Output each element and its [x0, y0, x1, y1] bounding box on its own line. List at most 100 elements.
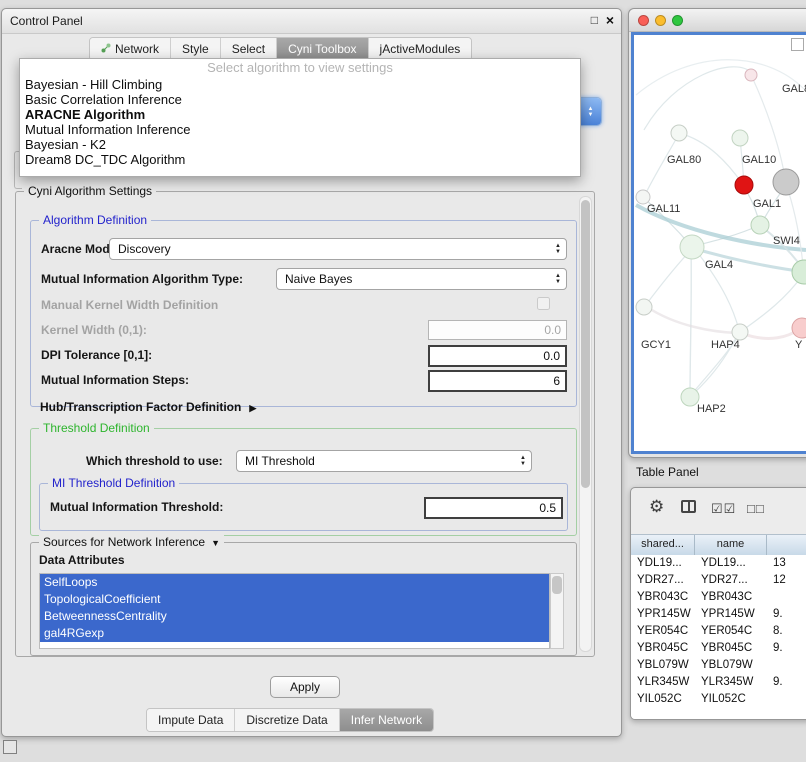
- table-cell: YPR145W: [695, 606, 767, 623]
- network-node[interactable]: [773, 169, 799, 195]
- attribute-item[interactable]: BetweennessCentrality: [40, 608, 549, 625]
- column-selector-icon[interactable]: [681, 500, 696, 513]
- table-panel-window: ⚙ ☑☑ □□ shared...name YDL19...YDL19...13…: [630, 487, 806, 720]
- network-node[interactable]: [680, 235, 704, 259]
- which-threshold-combobox[interactable]: MI Threshold ▲▼: [236, 450, 532, 472]
- popup-items: Bayesian - Hill ClimbingBasic Correlatio…: [20, 77, 580, 167]
- algorithm-option[interactable]: Bayesian - K2: [20, 137, 580, 152]
- table-row[interactable]: YDR27...YDR27...12: [631, 572, 806, 589]
- mi-type-combobox[interactable]: Naive Bayes ▲▼: [276, 268, 567, 290]
- apply-button[interactable]: Apply: [270, 676, 340, 698]
- algorithm-option[interactable]: Mutual Information Inference: [20, 122, 580, 137]
- tab-network[interactable]: Network: [90, 38, 170, 60]
- algorithm-option[interactable]: Dream8 DC_TDC Algorithm: [20, 152, 580, 167]
- tab-jactivemodules[interactable]: jActiveModules: [368, 38, 472, 60]
- mi-steps-label: Mutual Information Steps:: [41, 373, 189, 387]
- minimize-traffic-light[interactable]: [655, 15, 666, 26]
- mi-threshold-input[interactable]: [424, 497, 563, 519]
- table-cell: YBR045C: [631, 640, 695, 657]
- column-header-shared[interactable]: shared...: [631, 535, 695, 555]
- network-window-titlebar[interactable]: [629, 9, 806, 32]
- gear-icon[interactable]: ⚙: [649, 497, 664, 517]
- tab-select[interactable]: Select: [220, 38, 276, 60]
- tab-style[interactable]: Style: [170, 38, 220, 60]
- tab-label: Discretize Data: [246, 713, 327, 727]
- tab-cyni-toolbox[interactable]: Cyni Toolbox: [276, 38, 367, 60]
- hub-definition-toggle[interactable]: Hub/Transcription Factor Definition ▶: [40, 400, 256, 414]
- expand-right-icon: ▶: [249, 403, 256, 413]
- network-node[interactable]: [671, 125, 687, 141]
- network-node[interactable]: [792, 260, 806, 284]
- dpi-tolerance-input[interactable]: [428, 345, 567, 367]
- column-header-col2[interactable]: [767, 535, 806, 555]
- aracne-mode-combobox[interactable]: Discovery ▲▼: [109, 238, 567, 260]
- network-edge[interactable]: [690, 249, 691, 395]
- tab-impute-data[interactable]: Impute Data: [147, 709, 234, 731]
- mi-threshold-label: Mutual Information Threshold:: [50, 500, 223, 514]
- attribute-list-scrollbar[interactable]: [550, 573, 564, 649]
- mi-threshold-title: MI Threshold Definition: [48, 476, 179, 490]
- table-row[interactable]: YLR345WYLR345W9.: [631, 674, 806, 691]
- float-window-icon[interactable]: □: [591, 13, 598, 27]
- table-row[interactable]: YPR145WYPR145W9.: [631, 606, 806, 623]
- close-window-icon[interactable]: ×: [606, 12, 614, 28]
- control-panel-window: Control Panel □ × NetworkStyleSelectCyni…: [1, 8, 622, 737]
- scrollbar-thumb[interactable]: [581, 200, 590, 488]
- network-node[interactable]: [732, 130, 748, 146]
- table-cell: YDR27...: [695, 572, 767, 589]
- hub-definition-label: Hub/Transcription Factor Definition: [40, 400, 241, 414]
- tab-label: Impute Data: [158, 713, 223, 727]
- table-row[interactable]: YBL079WYBL079W: [631, 657, 806, 674]
- table-body: YDL19...YDL19...13YDR27...YDR27...12YBR0…: [631, 555, 806, 719]
- scrollbar-thumb[interactable]: [552, 576, 562, 594]
- table-row[interactable]: YIL052CYIL052C: [631, 691, 806, 708]
- table-cell: YDR27...: [631, 572, 695, 589]
- network-node[interactable]: [636, 299, 652, 315]
- table-row[interactable]: YDL19...YDL19...13: [631, 555, 806, 572]
- sources-title[interactable]: Sources for Network Inference▼: [39, 535, 224, 549]
- network-node[interactable]: [735, 176, 753, 194]
- attribute-list: SelfLoopsTopologicalCoefficientBetweenne…: [39, 573, 550, 649]
- network-node[interactable]: [732, 324, 748, 340]
- network-edge[interactable]: [644, 67, 752, 130]
- network-edge[interactable]: [645, 251, 690, 306]
- network-node[interactable]: [792, 318, 806, 338]
- collapse-down-icon: ▼: [211, 538, 220, 548]
- select-all-icon[interactable]: ☑☑: [711, 499, 736, 519]
- settings-scrollbar[interactable]: [579, 196, 592, 652]
- table-row[interactable]: YBR043CYBR043C: [631, 589, 806, 606]
- mi-type-label: Mutual Information Algorithm Type:: [41, 272, 243, 286]
- network-edge[interactable]: [636, 60, 804, 95]
- network-node[interactable]: [751, 216, 769, 234]
- deselect-all-icon[interactable]: □□: [747, 499, 765, 519]
- attribute-item[interactable]: TopologicalCoefficient: [40, 591, 549, 608]
- network-canvas[interactable]: GAL8GAL80GAL10GAL11GAL1SWI4GAL4GCY1HAP4Y…: [631, 32, 806, 454]
- table-row[interactable]: YBR045CYBR045C9.: [631, 640, 806, 657]
- tab-infer-network[interactable]: Infer Network: [339, 709, 433, 731]
- algorithm-option[interactable]: ARACNE Algorithm: [20, 107, 580, 122]
- algorithm-option[interactable]: Bayesian - Hill Climbing: [20, 77, 580, 92]
- attribute-item[interactable]: SelfLoops: [40, 574, 549, 591]
- tab-label: Infer Network: [351, 713, 422, 727]
- desktop-icon[interactable]: [3, 740, 17, 754]
- table-row[interactable]: YER054CYER054C8.: [631, 623, 806, 640]
- control-panel-titlebar[interactable]: Control Panel □ ×: [2, 9, 621, 34]
- zoom-traffic-light[interactable]: [672, 15, 683, 26]
- network-node[interactable]: [636, 190, 650, 204]
- network-node-label: GAL11: [647, 203, 680, 215]
- mi-steps-input[interactable]: [428, 370, 567, 392]
- threshold-definition-group: Threshold Definition Which threshold to …: [30, 428, 577, 536]
- network-node[interactable]: [745, 69, 757, 81]
- network-edge[interactable]: [741, 329, 799, 338]
- attribute-item[interactable]: gal4RGexp: [40, 625, 549, 642]
- network-edge[interactable]: [786, 184, 803, 265]
- traffic-lights: [638, 15, 683, 26]
- canvas-tool-box[interactable]: [791, 38, 804, 51]
- tab-discretize-data[interactable]: Discretize Data: [234, 709, 338, 731]
- network-edge[interactable]: [647, 307, 737, 333]
- network-view-window: GAL8GAL80GAL10GAL11GAL1SWI4GAL4GCY1HAP4Y…: [628, 8, 806, 458]
- which-threshold-label: Which threshold to use:: [86, 454, 223, 468]
- column-header-name[interactable]: name: [695, 535, 767, 555]
- algorithm-option[interactable]: Basic Correlation Inference: [20, 92, 580, 107]
- close-traffic-light[interactable]: [638, 15, 649, 26]
